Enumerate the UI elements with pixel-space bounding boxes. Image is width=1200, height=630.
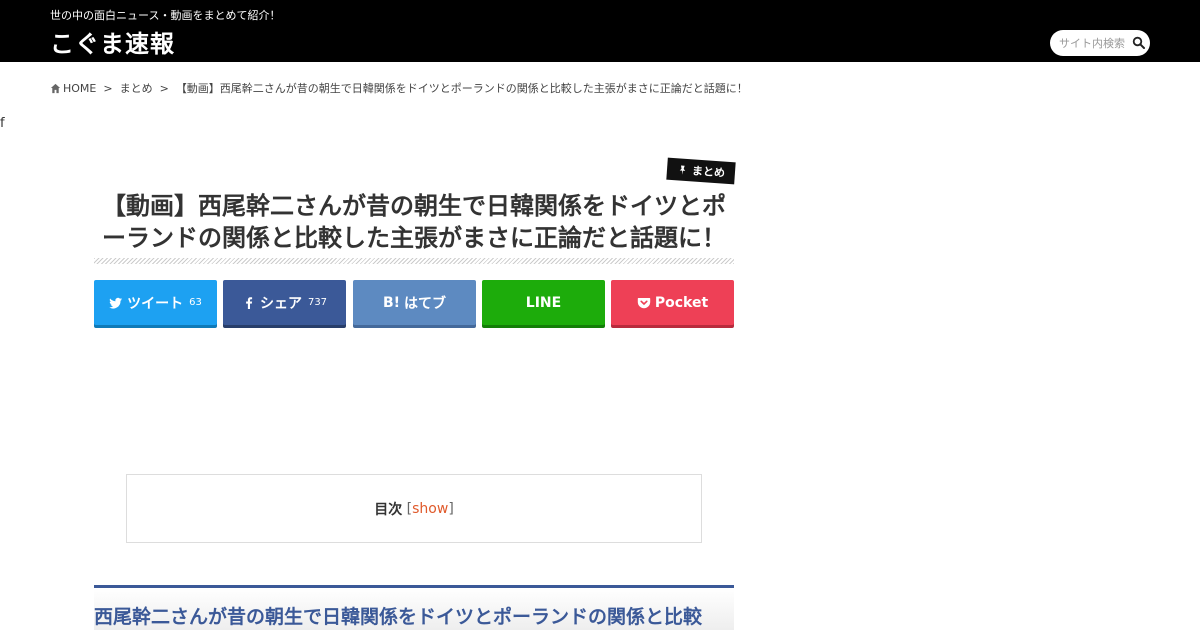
pocket-save-label: Pocket <box>654 294 709 311</box>
facebook-share-count: 737 <box>307 297 328 308</box>
post-title: 【動画】西尾幹二さんが昔の朝生で日韓関係をドイツとポーランドの関係と比較した主張… <box>102 192 726 252</box>
search-input[interactable] <box>1059 35 1131 51</box>
breadcrumb-current: 【動画】西尾幹二さんが昔の朝生で日韓関係をドイツとポーランドの関係と比較した主張… <box>175 82 748 95</box>
line-share-button[interactable]: LINE <box>482 280 605 325</box>
search-icon[interactable] <box>1132 36 1146 50</box>
twitter-share-label: ツイート <box>127 295 184 312</box>
share-buttons: ツイート 63 シェア 737 B! はてブ LINE Pocket <box>94 280 734 325</box>
breadcrumb-category-link[interactable]: まとめ <box>120 80 153 96</box>
pushpin-icon <box>679 165 686 175</box>
hatena-bookmark-icon: B! <box>382 294 401 311</box>
breadcrumb-separator: > <box>159 81 169 95</box>
site-tagline: 世の中の面白ニュース・動画をまとめて紹介！ <box>50 9 281 22</box>
hatena-bookmark-label: はてブ <box>404 295 447 312</box>
toc-title: 目次 <box>374 501 403 518</box>
hatena-bookmark-button[interactable]: B! はてブ <box>353 280 476 325</box>
twitter-share-count: 63 <box>189 297 202 308</box>
site-header: 世の中の面白ニュース・動画をまとめて紹介！ こぐま速報 <box>0 0 1200 62</box>
toc-bracket-close: ] <box>448 500 454 517</box>
stray-text: f <box>0 116 5 131</box>
site-title[interactable]: こぐま速報 <box>50 24 175 59</box>
toc-bracket-open: [ <box>402 500 413 517</box>
toc-toggle-link[interactable]: show <box>412 501 448 517</box>
twitter-icon <box>109 297 123 308</box>
section-heading-text: 西尾幹二さんが昔の朝生で日韓関係をドイツとポーランドの関係と比較 <box>94 606 703 628</box>
twitter-share-button[interactable]: ツイート 63 <box>94 280 217 325</box>
facebook-share-label: シェア <box>259 295 302 312</box>
section-heading: 西尾幹二さんが昔の朝生で日韓関係をドイツとポーランドの関係と比較 <box>94 585 734 630</box>
pocket-icon <box>637 297 651 308</box>
breadcrumb-separator: > <box>103 81 113 95</box>
facebook-icon <box>246 296 253 309</box>
table-of-contents: 目次 [ show ] <box>126 474 702 543</box>
category-tag-label: まとめ <box>691 164 726 180</box>
title-divider <box>94 258 734 264</box>
pocket-save-button[interactable]: Pocket <box>611 280 734 325</box>
breadcrumb-home-link[interactable]: HOME <box>63 82 96 95</box>
category-tag[interactable]: まとめ <box>666 157 736 185</box>
facebook-share-button[interactable]: シェア 737 <box>223 280 346 325</box>
breadcrumb: HOME > まとめ > 【動画】西尾幹二さんが昔の朝生で日韓関係をドイツとポー… <box>50 80 748 96</box>
line-share-label: LINE <box>525 294 562 311</box>
home-icon <box>50 83 61 93</box>
search-box <box>1050 30 1150 56</box>
